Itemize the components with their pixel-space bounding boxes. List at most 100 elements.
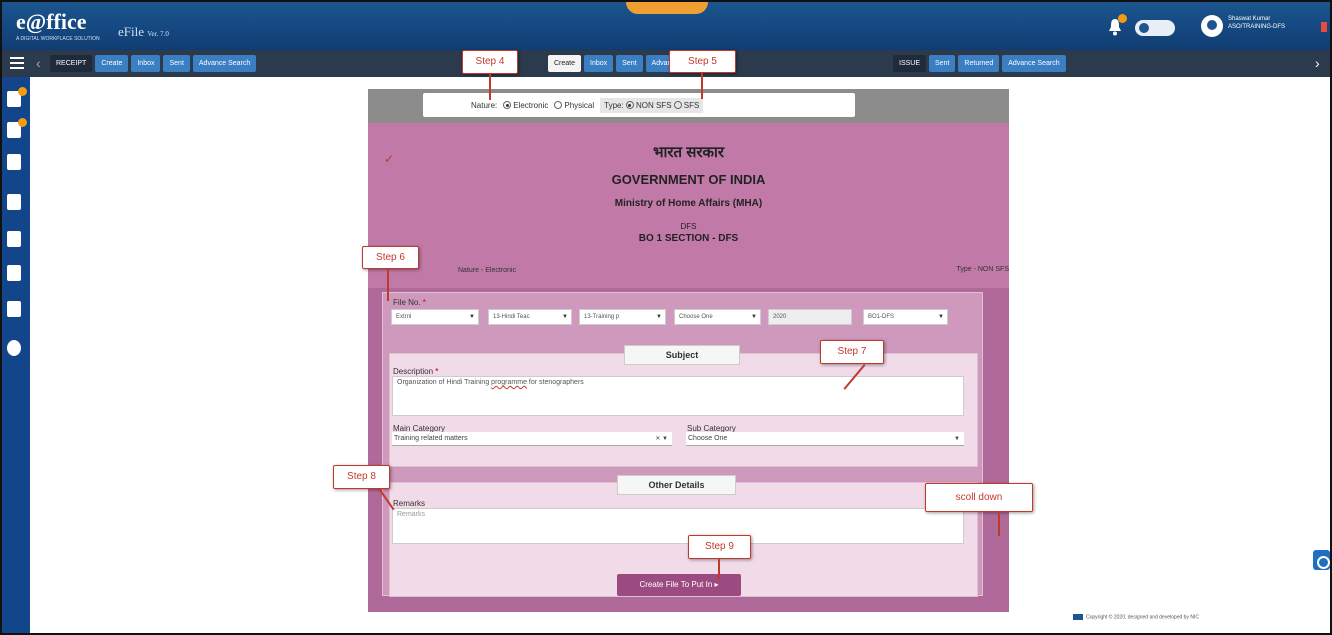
nature-physical-label: Physical: [564, 100, 595, 110]
header-department: DFS: [680, 222, 697, 231]
nature-display: Nature - Electronic: [458, 267, 516, 274]
file-create[interactable]: Create: [548, 55, 582, 72]
remarks-textarea[interactable]: Remarks: [392, 508, 964, 544]
nature-type-options: Nature: Electronic Physical Type: NON SF…: [423, 93, 855, 117]
receipt-sent[interactable]: Sent: [163, 55, 190, 72]
subject-heading: Subject: [624, 345, 740, 365]
header-hindi: भारत सरकार: [652, 144, 725, 161]
home-icon[interactable]: [7, 194, 25, 212]
scroll-down-arrow: [998, 512, 1000, 536]
dropdown-icon: ▼: [562, 314, 568, 320]
file-section-select[interactable]: BO1-DFS ▼: [863, 309, 948, 325]
reports-icon[interactable]: [7, 301, 25, 319]
footer-copyright: Copyright © 2020, designed and developed…: [1086, 614, 1199, 621]
top-center-tab[interactable]: [626, 2, 708, 14]
dropdown-icon: ▼: [469, 314, 475, 320]
dak-icon[interactable]: [7, 231, 25, 249]
file-year-field[interactable]: 2020: [768, 309, 852, 325]
description-spellcheck-word: programme: [491, 379, 527, 386]
chevron-right-icon[interactable]: ›: [1315, 56, 1320, 70]
description-text-end: for stenographers: [526, 379, 584, 386]
radio-icon: [554, 101, 563, 110]
user-avatar[interactable]: [1201, 15, 1223, 37]
receipt-label[interactable]: RECEIPT: [50, 55, 93, 72]
screenshot-frame: e@ffice A DIGITAL WORKPLACE SOLUTION eFi…: [0, 0, 1332, 635]
create-file-button[interactable]: Create File To Put In ▸: [617, 574, 741, 596]
description-label: Description *: [393, 367, 439, 376]
description-text: Organization of Hindi Training: [397, 379, 492, 386]
other-details-heading: Other Details: [617, 475, 736, 495]
dropdown-icon: ▼: [751, 314, 757, 320]
type-options: Type: NON SFS SFS: [600, 97, 704, 113]
dashboard-icon[interactable]: [7, 87, 27, 109]
receipt-inbox[interactable]: Inbox: [131, 55, 161, 72]
file-main-head-select[interactable]: 13-Hindi Teac ▼: [488, 309, 572, 325]
nature-electronic-label: Electronic: [513, 100, 549, 110]
user-name: Shaswat Kumar: [1228, 16, 1271, 22]
issue-returned[interactable]: Returned: [958, 55, 1000, 72]
chevron-left-icon[interactable]: ‹: [36, 56, 41, 70]
product-name: eFile Ver. 7.0: [118, 24, 169, 40]
form-header: ✓ भारत सरकार GOVERNMENT OF INDIA Ministr…: [368, 123, 1009, 288]
nic-logo-icon: [1073, 614, 1083, 620]
file-sub-head-select[interactable]: 13-Training p ▼: [579, 309, 666, 325]
file-sent[interactable]: Sent: [616, 55, 643, 72]
step4-callout: Step 4: [462, 50, 518, 74]
receipt-create[interactable]: Create: [95, 55, 129, 72]
logo-text: e@ffice: [16, 9, 87, 34]
side-help-icon[interactable]: [1313, 550, 1330, 570]
main-category-select[interactable]: Training related matters ✕ ▼: [392, 432, 672, 446]
type-nonsfs-label: NON SFS: [635, 100, 672, 110]
step8-callout: Step 8: [333, 465, 390, 489]
header-government: GOVERNMENT OF INDIA: [611, 172, 766, 187]
file-sub-head-value: 13-Training p: [584, 314, 620, 320]
header-ministry: Ministry of Home Affairs (MHA): [614, 198, 763, 209]
dropdown-icon: ▼: [954, 436, 960, 442]
menu-bar: ‹ RECEIPT Create Inbox Sent Advance Sear…: [2, 50, 1330, 77]
step7-callout: Step 7: [820, 340, 884, 364]
left-sidebar: [2, 77, 30, 633]
main-category-value: Training related matters: [394, 435, 468, 442]
issue-label[interactable]: ISSUE: [893, 55, 927, 72]
hamburger-menu-icon[interactable]: [10, 57, 24, 69]
eoffice-logo: e@ffice A DIGITAL WORKPLACE SOLUTION: [16, 9, 100, 42]
step6-arrow: [387, 269, 389, 301]
file-main-head-value: 13-Hindi Teac: [493, 314, 530, 320]
remarks-placeholder: Remarks: [397, 511, 426, 518]
receipt-icon[interactable]: [7, 154, 25, 172]
product-version: Ver. 7.0: [147, 30, 169, 38]
file-extra-select[interactable]: Choose One ▼: [674, 309, 761, 325]
type-sfs-radio[interactable]: SFS: [673, 100, 700, 110]
product-label: eFile: [118, 24, 144, 39]
logo-subtitle: A DIGITAL WORKPLACE SOLUTION: [16, 36, 100, 42]
file-prefix-value: Extrnl: [396, 314, 412, 320]
receipt-advance-search[interactable]: Advance Search: [192, 55, 257, 72]
issue-icon[interactable]: [7, 265, 25, 283]
issue-advance-search[interactable]: Advance Search: [1002, 55, 1066, 72]
scroll-down-callout: scoll down: [925, 483, 1033, 512]
receipt-menu: RECEIPT Create Inbox Sent Advance Search: [50, 55, 257, 72]
settings-icon[interactable]: [7, 340, 25, 358]
nature-electronic-radio[interactable]: Electronic: [503, 101, 548, 110]
file-icon[interactable]: [7, 118, 27, 140]
sub-category-select[interactable]: Choose One ▼: [686, 432, 964, 446]
step5-callout: Step 5: [669, 50, 736, 73]
file-inbox[interactable]: Inbox: [584, 55, 614, 72]
type-sfs-label: SFS: [683, 100, 700, 110]
file-extra-value: Choose One: [679, 314, 713, 320]
footer: Copyright © 2020, designed and developed…: [1073, 614, 1199, 620]
mode-toggle[interactable]: [1135, 20, 1175, 36]
description-textarea[interactable]: Organization of Hindi Training programme…: [392, 376, 964, 416]
nature-physical-radio[interactable]: Physical: [554, 101, 594, 110]
nature-label: Nature:: [471, 100, 498, 110]
type-display: Type - NON SFS: [956, 266, 1009, 273]
user-dropdown-icon[interactable]: [1321, 22, 1327, 32]
header-section: BO 1 SECTION - DFS: [638, 233, 739, 244]
step5-arrow: [701, 73, 703, 99]
step6-callout: Step 6: [362, 246, 419, 269]
user-role: ASO/TRAINING-DFS: [1228, 24, 1286, 30]
issue-sent[interactable]: Sent: [929, 55, 956, 72]
user-info[interactable]: Shaswat Kumar ASO/TRAINING-DFS: [1228, 15, 1308, 39]
type-nonsfs-radio[interactable]: NON SFS: [625, 100, 672, 110]
file-prefix-select[interactable]: Extrnl ▼: [391, 309, 479, 325]
